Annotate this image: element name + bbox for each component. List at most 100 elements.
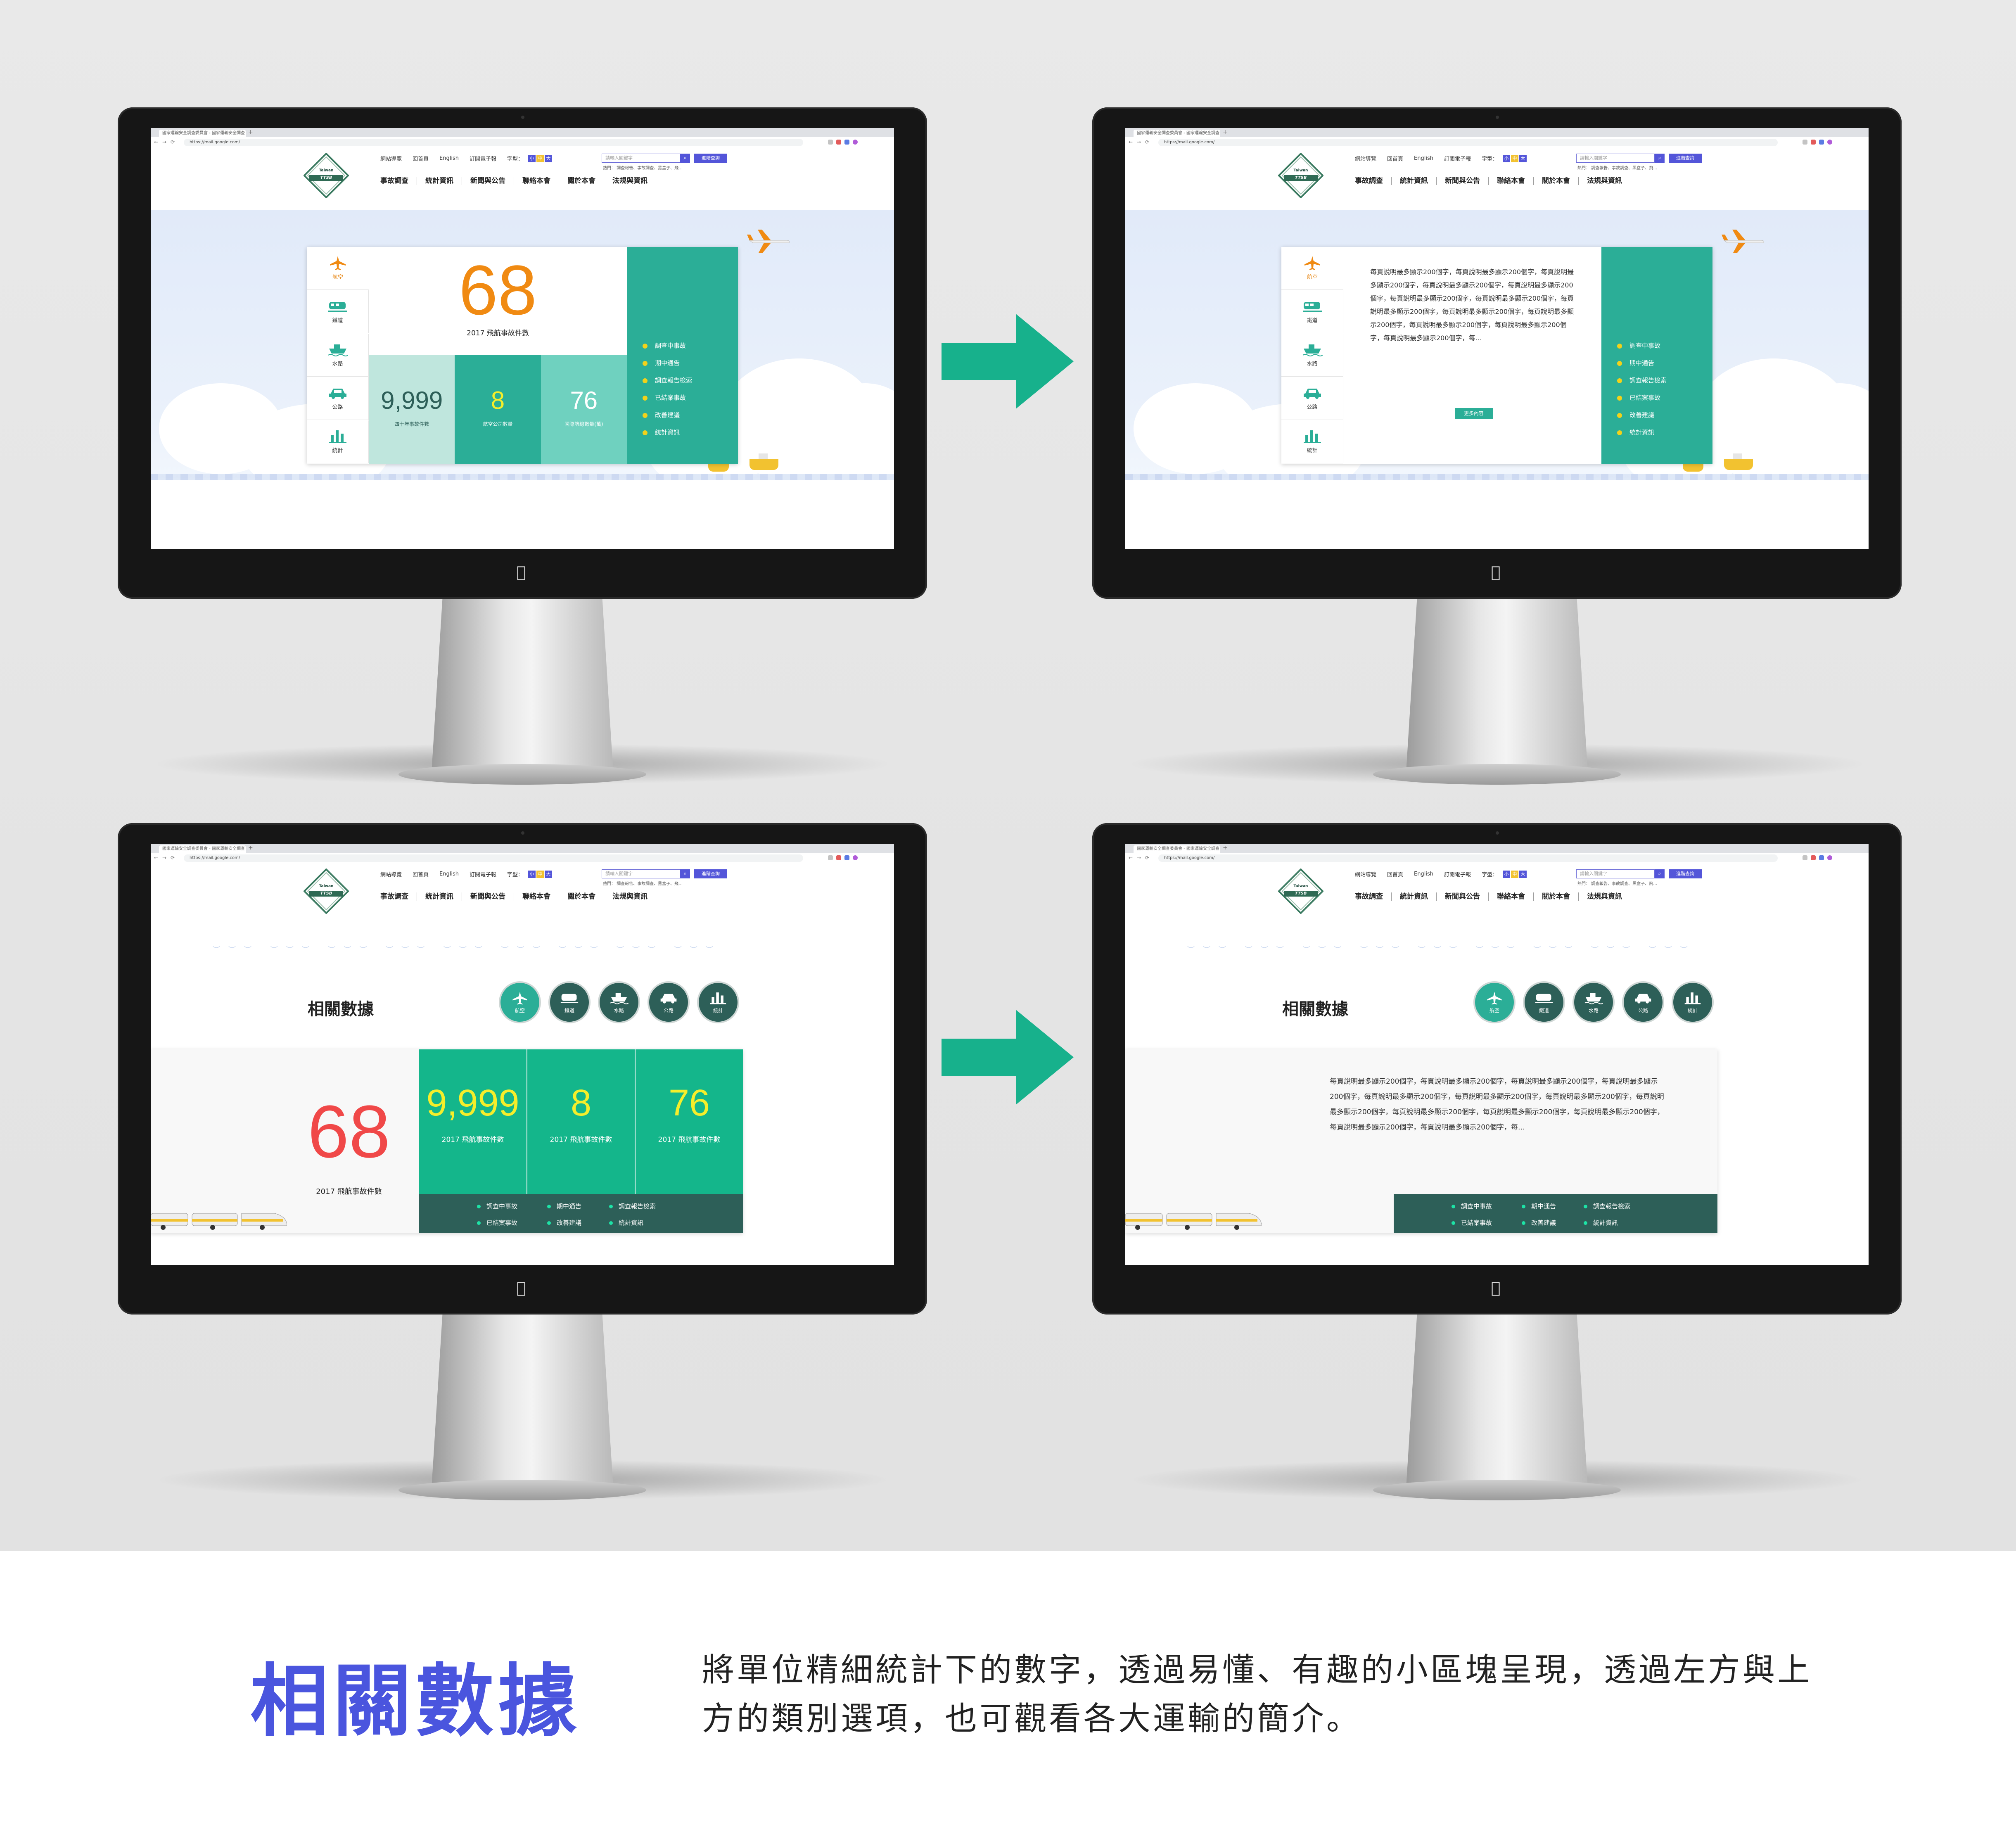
related-link[interactable]: 期中通告 — [547, 1199, 609, 1214]
nav-statistics[interactable]: 統計資訊 — [417, 177, 462, 185]
nav-news[interactable]: 新聞與公告 — [462, 177, 514, 185]
quick-link[interactable]: 改善建議 — [1617, 406, 1667, 424]
category-circle-waterway[interactable]: 水路 — [1572, 981, 1615, 1023]
font-large-button[interactable]: 大 — [545, 870, 553, 878]
browser-tab[interactable]: 國家運輸安全調查委員會 - 國家運輸安全調查委員會 — [159, 130, 246, 143]
link-sitemap[interactable]: 網站導覽 — [380, 154, 402, 162]
category-tab-statistics[interactable]: 統計 — [307, 420, 369, 463]
quick-link[interactable]: 調查報告檢索 — [1617, 372, 1667, 389]
site-logo[interactable]: Taiwan TTSB — [1278, 153, 1323, 198]
search-input[interactable]: 請輸入關鍵字 — [1576, 869, 1655, 878]
nav-accident[interactable]: 事故調查 — [380, 892, 417, 901]
address-bar[interactable]: https://mail.google.com/ — [1158, 139, 1778, 146]
address-bar[interactable]: https://mail.google.com/ — [184, 139, 803, 146]
new-tab-icon[interactable]: + — [1223, 129, 1228, 135]
search-input[interactable]: 請輸入關鍵字 — [602, 154, 680, 163]
new-tab-icon[interactable]: + — [248, 845, 253, 851]
related-link[interactable]: 統計資訊 — [609, 1215, 692, 1230]
nav-about[interactable]: 關於本會 — [559, 177, 604, 185]
category-circle-highway[interactable]: 公路 — [1622, 981, 1664, 1023]
extension-icon[interactable] — [844, 140, 849, 145]
search-input[interactable]: 請輸入關鍵字 — [1576, 154, 1655, 163]
address-bar[interactable]: https://mail.google.com/ — [1158, 854, 1778, 862]
nav-statistics[interactable]: 統計資訊 — [417, 892, 462, 901]
link-newsletter[interactable]: 訂閱電子報 — [1444, 870, 1471, 878]
nav-contact[interactable]: 聯絡本會 — [514, 892, 559, 901]
browser-tab[interactable]: 國家運輸安全調查委員會 - 國家運輸安全調查委員會 — [1134, 130, 1220, 143]
category-tab-waterway[interactable]: 水路 — [1281, 334, 1343, 377]
quick-link[interactable]: 調查中事故 — [1617, 337, 1667, 354]
extension-icon[interactable] — [828, 855, 833, 860]
forward-icon[interactable]: → — [162, 139, 166, 145]
browser-tab[interactable]: 國家運輸安全調查委員會 - 國家運輸安全調查委員會 — [1134, 845, 1220, 859]
extension-icon[interactable] — [1803, 855, 1807, 860]
back-icon[interactable]: ← — [154, 855, 158, 861]
back-icon[interactable]: ← — [1129, 855, 1133, 861]
nav-about[interactable]: 關於本會 — [559, 892, 604, 901]
category-tab-highway[interactable]: 公路 — [1281, 377, 1343, 420]
link-home[interactable]: 回首頁 — [413, 870, 429, 878]
quick-link[interactable]: 已結案事故 — [643, 389, 692, 406]
new-tab-icon[interactable]: + — [248, 129, 253, 135]
related-link[interactable]: 統計資訊 — [1584, 1215, 1666, 1230]
quick-link[interactable]: 期中通告 — [1617, 354, 1667, 372]
nav-about[interactable]: 關於本會 — [1534, 177, 1579, 185]
nav-regulations[interactable]: 法規與資訊 — [604, 892, 656, 901]
category-tab-highway[interactable]: 公路 — [307, 377, 369, 420]
extension-icon[interactable] — [1803, 140, 1807, 145]
category-circle-aviation[interactable]: 航空 — [499, 981, 541, 1023]
nav-regulations[interactable]: 法規與資訊 — [1579, 177, 1630, 185]
search-icon[interactable]: ⌕ — [680, 154, 690, 163]
link-home[interactable]: 回首頁 — [413, 154, 429, 162]
related-link[interactable]: 已結案事故 — [477, 1215, 547, 1230]
font-large-button[interactable]: 大 — [1519, 154, 1527, 162]
category-tab-railway[interactable]: 鐵道 — [307, 290, 369, 333]
quick-link[interactable]: 期中通告 — [643, 354, 692, 372]
font-medium-button[interactable]: 中 — [536, 870, 544, 878]
related-link[interactable]: 調查中事故 — [477, 1199, 547, 1214]
font-medium-button[interactable]: 中 — [1511, 870, 1519, 878]
site-logo[interactable]: Taiwan TTSB — [1278, 868, 1323, 914]
category-tab-statistics[interactable]: 統計 — [1281, 420, 1343, 463]
back-icon[interactable]: ← — [1129, 139, 1133, 145]
link-newsletter[interactable]: 訂閱電子報 — [1444, 154, 1471, 162]
category-circle-highway[interactable]: 公路 — [647, 981, 690, 1023]
category-circle-railway[interactable]: 鐵道 — [1523, 981, 1565, 1023]
extension-icon[interactable] — [1811, 140, 1816, 145]
font-small-button[interactable]: 小 — [1503, 870, 1511, 878]
font-medium-button[interactable]: 中 — [1511, 154, 1519, 162]
link-sitemap[interactable]: 網站導覽 — [1355, 154, 1376, 162]
nav-accident[interactable]: 事故調查 — [1355, 177, 1392, 185]
quick-link[interactable]: 調查中事故 — [643, 337, 692, 354]
category-tab-aviation[interactable]: 航空 — [307, 247, 369, 290]
font-small-button[interactable]: 小 — [528, 154, 536, 162]
nav-about[interactable]: 關於本會 — [1534, 892, 1579, 901]
category-circle-statistics[interactable]: 統計 — [697, 981, 739, 1023]
extension-icon[interactable] — [1819, 855, 1824, 860]
profile-icon[interactable] — [853, 140, 858, 145]
extension-icon[interactable] — [836, 140, 841, 145]
category-circle-aviation[interactable]: 航空 — [1473, 981, 1516, 1023]
reload-icon[interactable]: ⟳ — [171, 855, 175, 861]
back-icon[interactable]: ← — [154, 139, 158, 145]
reload-icon[interactable]: ⟳ — [1145, 855, 1149, 861]
nav-accident[interactable]: 事故調查 — [1355, 892, 1392, 901]
new-tab-icon[interactable]: + — [1223, 845, 1228, 851]
profile-icon[interactable] — [853, 855, 858, 860]
quick-link[interactable]: 已結案事故 — [1617, 389, 1667, 406]
search-icon[interactable]: ⌕ — [680, 869, 690, 878]
category-tab-railway[interactable]: 鐵道 — [1281, 290, 1343, 333]
link-home[interactable]: 回首頁 — [1387, 154, 1403, 162]
reload-icon[interactable]: ⟳ — [171, 139, 175, 145]
category-circle-statistics[interactable]: 統計 — [1672, 981, 1714, 1023]
link-english[interactable]: English — [439, 871, 459, 877]
quick-link[interactable]: 統計資訊 — [1617, 424, 1667, 441]
category-tab-waterway[interactable]: 水路 — [307, 334, 369, 377]
site-logo[interactable]: Taiwan TTSB — [304, 868, 349, 914]
font-small-button[interactable]: 小 — [528, 870, 536, 878]
link-newsletter[interactable]: 訂閱電子報 — [470, 154, 496, 162]
extension-icon[interactable] — [1811, 855, 1816, 860]
nav-statistics[interactable]: 統計資訊 — [1392, 892, 1437, 901]
font-small-button[interactable]: 小 — [1503, 154, 1511, 162]
font-medium-button[interactable]: 中 — [536, 154, 544, 162]
